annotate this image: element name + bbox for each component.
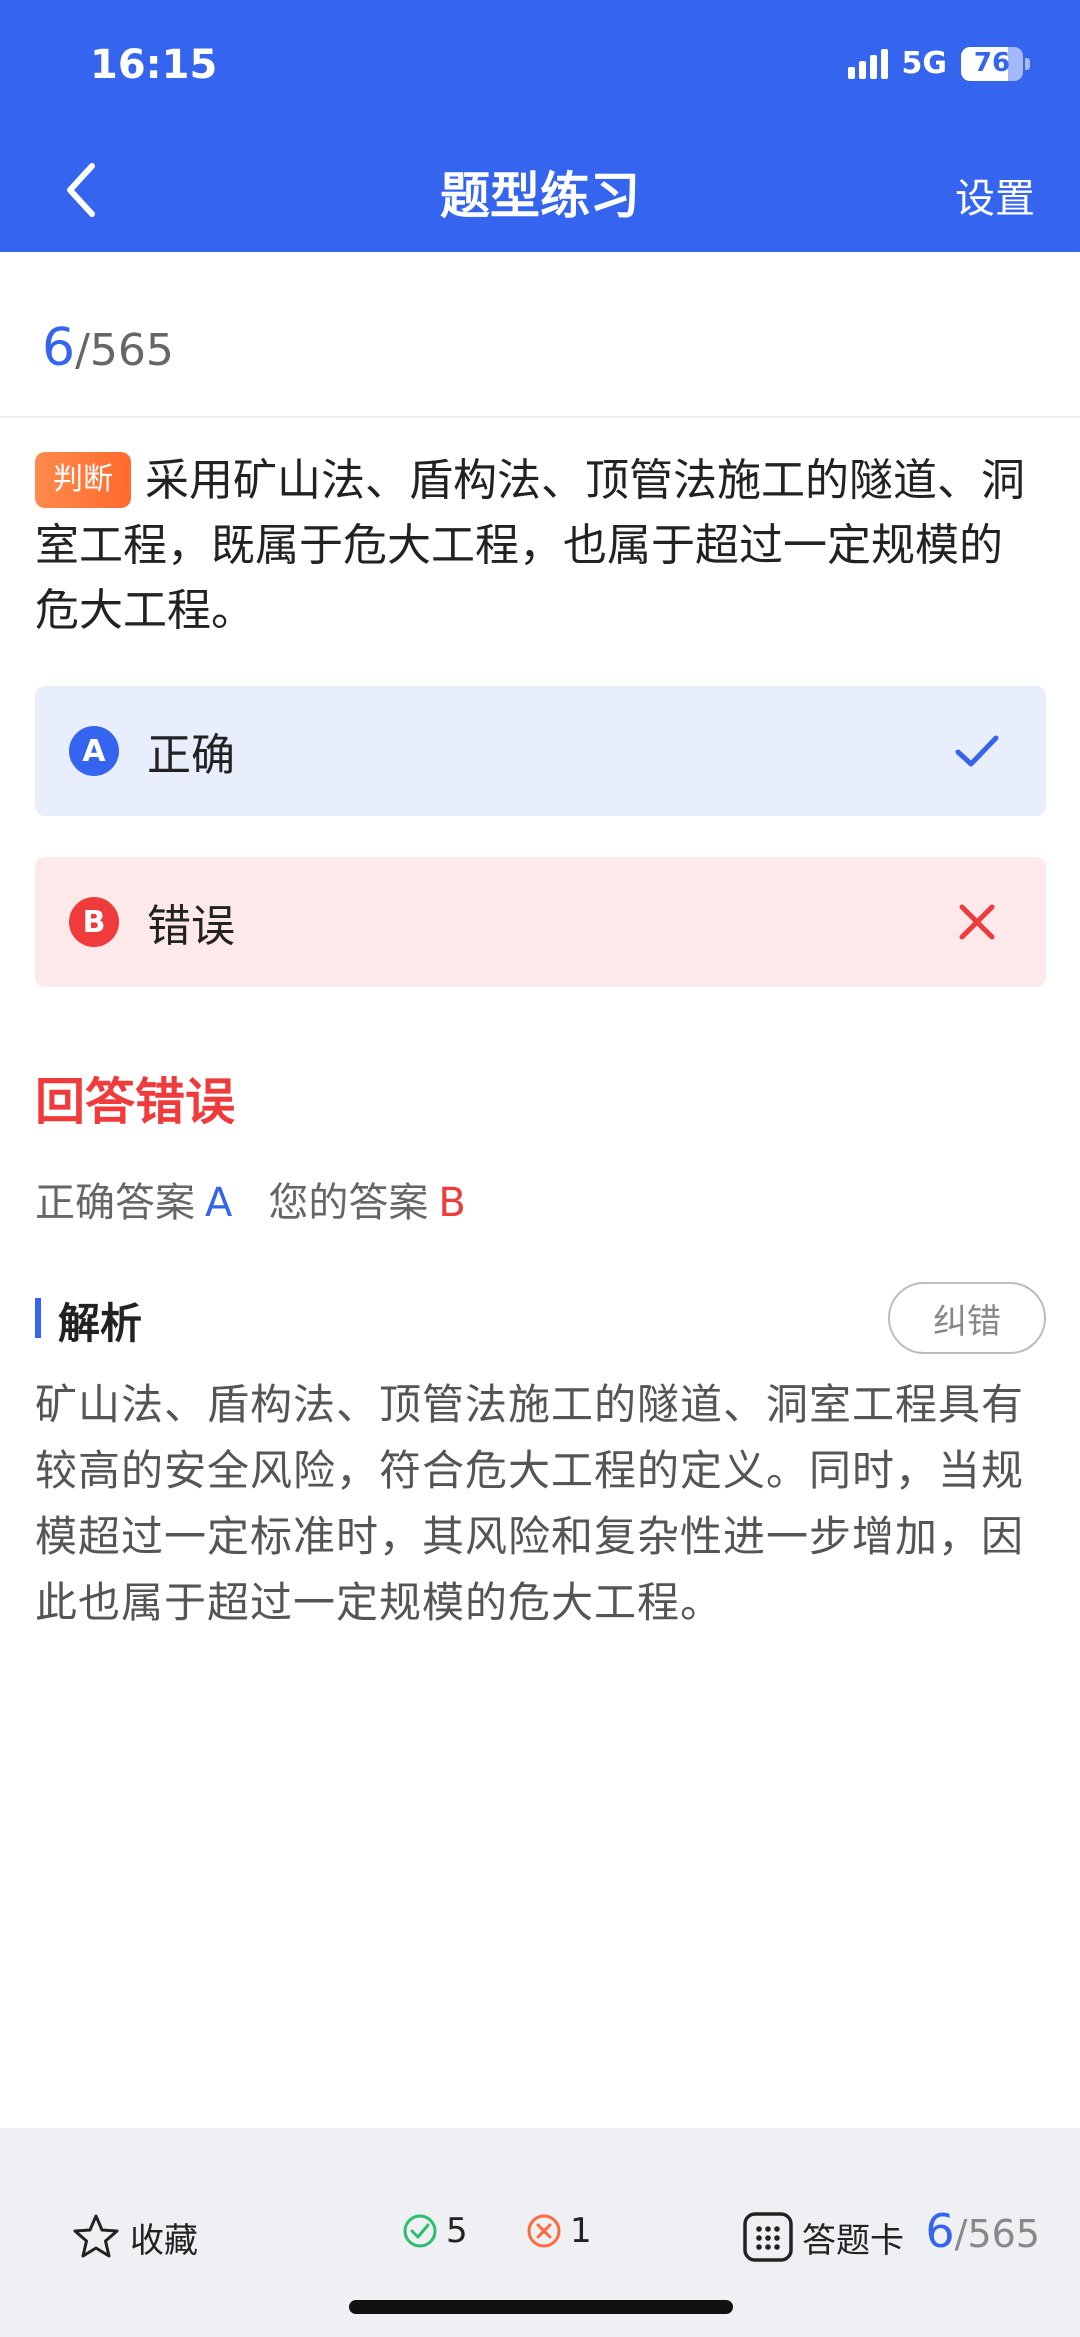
header-bar: 16:15 5G 76 题型练习 设置 [0,0,1080,252]
wrong-count-value: 1 [570,2211,592,2251]
correct-answer-value: A [205,1180,233,1226]
footer-page-current: 6 [925,2204,955,2258]
your-answer-value: B [438,1180,466,1226]
star-icon [73,2214,119,2258]
question-counter: 6/565 [42,318,174,378]
battery-icon: 76 [961,46,1023,81]
x-circle-icon [527,2214,561,2248]
divider [0,416,1080,418]
option-a-label: 正确 [147,730,235,781]
counter-current: 6 [42,318,76,378]
signal-icon [847,48,888,79]
settings-button[interactable]: 设置 [955,166,1035,224]
correct-count: 5 [402,2211,468,2251]
battery-level: 76 [973,47,1011,78]
question-type-badge: 判断 [35,452,131,508]
correct-count-value: 5 [446,2211,468,2251]
counter-total: /565 [75,325,174,376]
option-b-label: 错误 [147,901,235,952]
footer-page-total: /565 [954,2212,1040,2256]
answer-card-label: 答题卡 [802,2220,904,2261]
option-b-key: B [69,897,119,947]
home-indicator[interactable] [349,2300,733,2314]
option-a[interactable]: A 正确 [35,686,1046,816]
option-b[interactable]: B 错误 [35,857,1046,987]
network-type: 5G [901,46,948,81]
cross-icon [959,904,995,940]
analysis-title: 解析 [58,1299,143,1348]
footer-page-indicator: 6/565 [925,2204,1040,2258]
check-icon [955,735,999,767]
option-a-key: A [69,726,119,776]
question-text-block: 判断 采用矿山法、盾构法、顶管法施工的隧道、洞室工程，既属于危大工程，也属于超过一… [35,448,1045,643]
wrong-count: 1 [526,2211,592,2251]
analysis-text: 矿山法、盾构法、顶管法施工的隧道、洞室工程具有较高的安全风险，符合危大工程的定义… [35,1380,1025,1627]
analysis-accent-bar [35,1298,41,1338]
result-title: 回答错误 [35,1073,235,1131]
check-circle-icon [403,2214,437,2248]
status-time: 16:15 [90,42,218,88]
battery-cap [1025,57,1030,70]
question-text: 采用矿山法、盾构法、顶管法施工的隧道、洞室工程，既属于危大工程，也属于超过一定规… [35,455,1025,636]
your-answer-label: 您的答案 [268,1180,429,1226]
report-error-button[interactable]: 纠错 [888,1282,1046,1354]
answer-summary: 正确答案 A 您的答案 B [35,1170,466,1228]
answer-card-button[interactable]: 答题卡 [742,2211,904,2263]
favorite-label: 收藏 [130,2220,198,2261]
favorite-button[interactable]: 收藏 [70,2211,198,2263]
grid-icon [743,2212,793,2262]
correct-answer-label: 正确答案 [35,1180,195,1226]
status-indicators: 5G 76 [847,46,1030,81]
page-title: 题型练习 [440,167,640,225]
